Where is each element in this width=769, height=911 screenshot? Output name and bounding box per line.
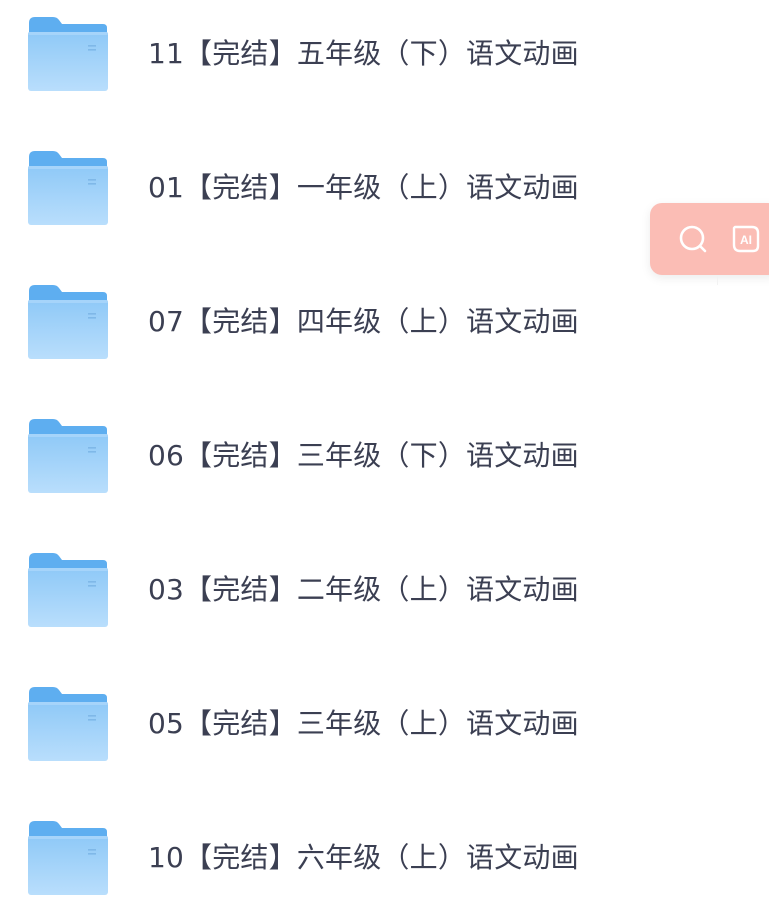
folder-name: 03【完结】二年级（上）语文动画	[148, 573, 579, 606]
folder-name: 05【完结】三年级（上）语文动画	[148, 707, 579, 740]
folder-name: 10【完结】六年级（上）语文动画	[148, 841, 579, 874]
folder-icon	[27, 687, 108, 762]
list-item-folder[interactable]: 07【完结】四年级（上）语文动画	[0, 285, 640, 375]
toolbar-divider	[717, 275, 718, 285]
folder-icon	[27, 419, 108, 494]
folder-name: 06【完结】三年级（下）语文动画	[148, 439, 579, 472]
search-button[interactable]	[676, 222, 710, 256]
list-item-folder[interactable]: 06【完结】三年级（下）语文动画	[0, 419, 640, 509]
folder-name: 07【完结】四年级（上）语文动画	[148, 305, 579, 338]
folder-icon	[27, 285, 108, 360]
folder-icon	[27, 17, 108, 92]
ai-icon: AI	[732, 225, 760, 253]
folder-icon	[27, 553, 108, 628]
list-item-folder[interactable]: 05【完结】三年级（上）语文动画	[0, 687, 640, 777]
ai-assistant-button[interactable]: AI	[729, 222, 763, 256]
search-icon	[679, 225, 707, 253]
floating-toolbar: AI	[650, 203, 769, 275]
list-item-folder[interactable]: 11【完结】五年级（下）语文动画	[0, 17, 640, 107]
list-item-folder[interactable]: 10【完结】六年级（上）语文动画	[0, 821, 640, 911]
folder-name: 01【完结】一年级（上）语文动画	[148, 171, 579, 204]
folder-name: 11【完结】五年级（下）语文动画	[148, 37, 579, 70]
list-item-folder[interactable]: 03【完结】二年级（上）语文动画	[0, 553, 640, 643]
folder-icon	[27, 821, 108, 896]
folder-icon	[27, 151, 108, 226]
ai-label: AI	[740, 233, 752, 247]
list-item-folder[interactable]: 01【完结】一年级（上）语文动画	[0, 151, 640, 241]
